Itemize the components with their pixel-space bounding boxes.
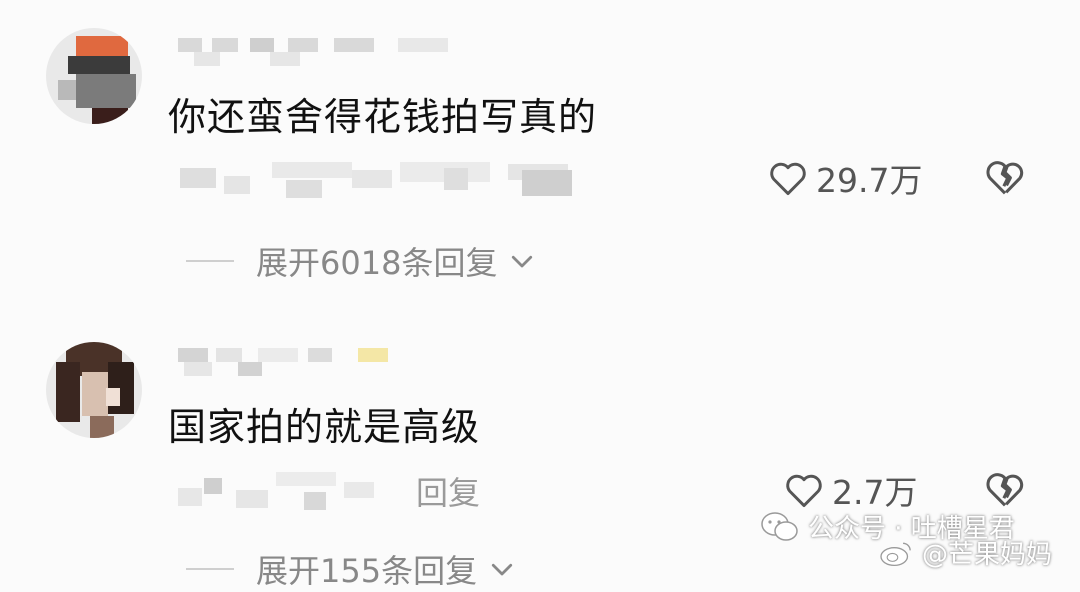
username-blurred[interactable] <box>178 38 458 66</box>
heart-outline-icon <box>770 162 806 196</box>
weibo-watermark-text: @芒果妈妈 <box>922 540 1053 570</box>
chevron-down-icon <box>512 255 533 268</box>
like-count: 2.7万 <box>832 473 918 512</box>
username-blurred[interactable] <box>178 348 458 376</box>
comment-item: 你还蛮舍得花钱拍写真的 29.7万 展开6018条回复 <box>0 0 1080 300</box>
reply-button[interactable]: 回复 <box>416 468 480 514</box>
broken-heart-icon[interactable] <box>982 154 1028 200</box>
expand-replies-button[interactable]: 展开6018条回复 <box>186 238 537 284</box>
expand-replies-button[interactable]: 展开155条回复 <box>186 546 517 592</box>
divider-line <box>186 260 234 262</box>
expand-replies-label: 展开6018条回复 <box>256 244 498 282</box>
like-count: 29.7万 <box>816 161 923 200</box>
like-button[interactable]: 29.7万 <box>766 154 922 202</box>
wechat-icon <box>761 511 798 541</box>
like-button[interactable]: 2.7万 <box>782 466 917 514</box>
comment-text: 你还蛮舍得花钱拍写真的 <box>168 95 598 139</box>
avatar[interactable] <box>46 342 142 438</box>
comment-meta-blurred <box>176 158 596 198</box>
expand-replies-label: 展开155条回复 <box>256 552 478 590</box>
comment-meta-blurred <box>176 470 406 510</box>
heart-outline-icon <box>786 474 822 508</box>
weibo-icon <box>880 542 911 566</box>
chevron-down-icon <box>491 563 513 576</box>
divider-line <box>186 568 234 570</box>
comment-text: 国家拍的就是高级 <box>168 405 481 449</box>
broken-heart-icon[interactable] <box>982 466 1028 512</box>
avatar[interactable] <box>46 28 142 124</box>
weibo-watermark: @芒果妈妈 <box>878 534 1052 571</box>
